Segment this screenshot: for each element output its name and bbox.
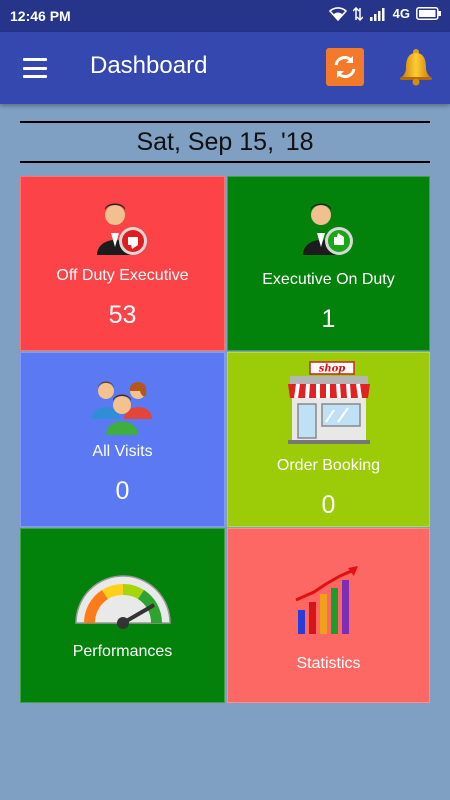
tile-order-booking[interactable]: shop Order Booking 0 <box>227 352 430 527</box>
tile-label: Performances <box>72 643 173 660</box>
refresh-button[interactable] <box>326 48 364 86</box>
signal-icon <box>369 7 385 21</box>
tile-performances[interactable]: Performances <box>20 528 225 703</box>
executive-on-duty-icon <box>302 203 353 255</box>
tile-label: Statistics <box>296 655 361 672</box>
menu-button[interactable] <box>18 54 52 82</box>
dashboard-grid: Off Duty Executive 53 Executive On Duty … <box>20 176 430 703</box>
battery-icon <box>416 7 441 20</box>
executive-off-duty-icon <box>96 203 147 255</box>
tile-value: 0 <box>321 491 336 519</box>
status-time: 12:46 PM <box>10 8 71 24</box>
app-bar: Dashboard <box>0 32 450 104</box>
people-group-icon <box>91 381 152 435</box>
notification-button[interactable] <box>394 45 438 89</box>
bar-chart-icon <box>294 566 358 634</box>
tile-all-visits[interactable]: All Visits 0 <box>20 352 225 527</box>
tile-value: 1 <box>321 305 336 333</box>
tile-label: All Visits <box>92 443 153 460</box>
shop-icon: shop <box>287 361 370 444</box>
refresh-icon <box>334 56 356 78</box>
tile-label: Order Booking <box>276 457 381 474</box>
speedometer-icon <box>74 575 171 629</box>
tile-executive-on-duty[interactable]: Executive On Duty 1 <box>227 176 430 351</box>
shop-sign-text: shop <box>318 364 345 375</box>
menu-icon <box>23 58 47 61</box>
tile-off-duty-executive[interactable]: Off Duty Executive 53 <box>20 176 225 351</box>
bell-icon <box>400 49 432 86</box>
data-transfer-icon <box>352 6 363 21</box>
wifi-icon <box>328 6 347 21</box>
tile-label: Off Duty Executive <box>56 267 189 284</box>
tile-label: Executive On Duty <box>262 271 395 288</box>
tile-value: 53 <box>108 301 137 329</box>
tile-value: 0 <box>115 477 130 505</box>
page-title: Dashboard <box>90 52 208 79</box>
network-type: 4G <box>392 6 410 21</box>
status-icons: 4G <box>328 6 442 21</box>
date-header: Sat, Sep 15, '18 <box>20 121 430 163</box>
status-bar: 12:46 PM 4G <box>0 0 450 32</box>
tile-statistics[interactable]: Statistics <box>227 528 430 703</box>
